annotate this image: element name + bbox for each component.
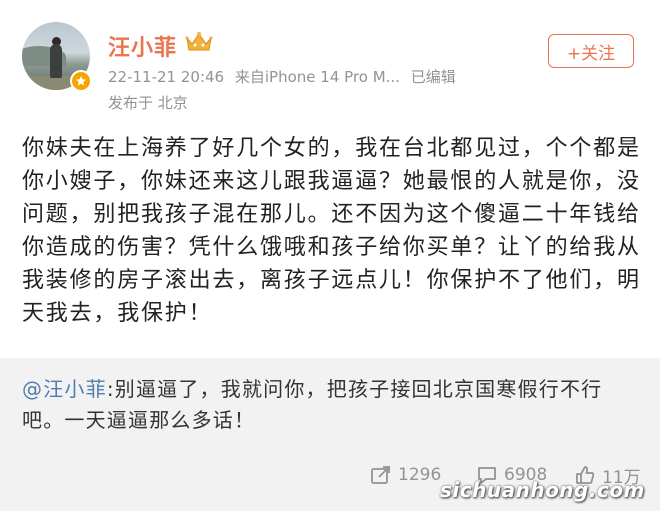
post-body: 你妹夫在上海养了好几个女的，我在台北都见过，个个都是你小嫂子，你妹还来这儿跟我逼… — [22, 136, 641, 326]
post-source: 来自iPhone 14 Pro M... — [234, 68, 400, 86]
post-meta: 22-11-21 20:46 来自iPhone 14 Pro M... 已编辑 — [108, 66, 462, 87]
follow-button[interactable]: +关注 — [548, 34, 634, 68]
repost-count: 1296 — [398, 465, 442, 485]
edited-label[interactable]: 已编辑 — [411, 68, 456, 86]
username[interactable]: 汪小菲 — [108, 30, 177, 62]
verified-badge-icon — [70, 70, 92, 92]
avatar[interactable] — [22, 22, 92, 92]
repost-text: :别逼逼了，我就问你，把孩子接回北京国寒假行不行吧。一天逼逼那么多话！ — [22, 377, 603, 432]
repost-user-link[interactable]: @汪小菲 — [22, 377, 107, 401]
repost-body: @汪小菲:别逼逼了，我就问你，把孩子接回北京国寒假行不行吧。一天逼逼那么多话！ — [22, 374, 642, 436]
repost-action[interactable]: 1296 — [370, 462, 441, 488]
vip-crown-icon — [184, 30, 214, 54]
post-location: 发布于 北京 — [108, 94, 188, 112]
post-timestamp[interactable]: 22-11-21 20:46 — [108, 68, 224, 86]
post-header: 汪小菲 22-11-21 20:46 来自iPhone 14 Pro M... … — [0, 0, 660, 122]
share-icon — [371, 466, 390, 484]
watermark: sichuanhong.com — [440, 478, 645, 502]
